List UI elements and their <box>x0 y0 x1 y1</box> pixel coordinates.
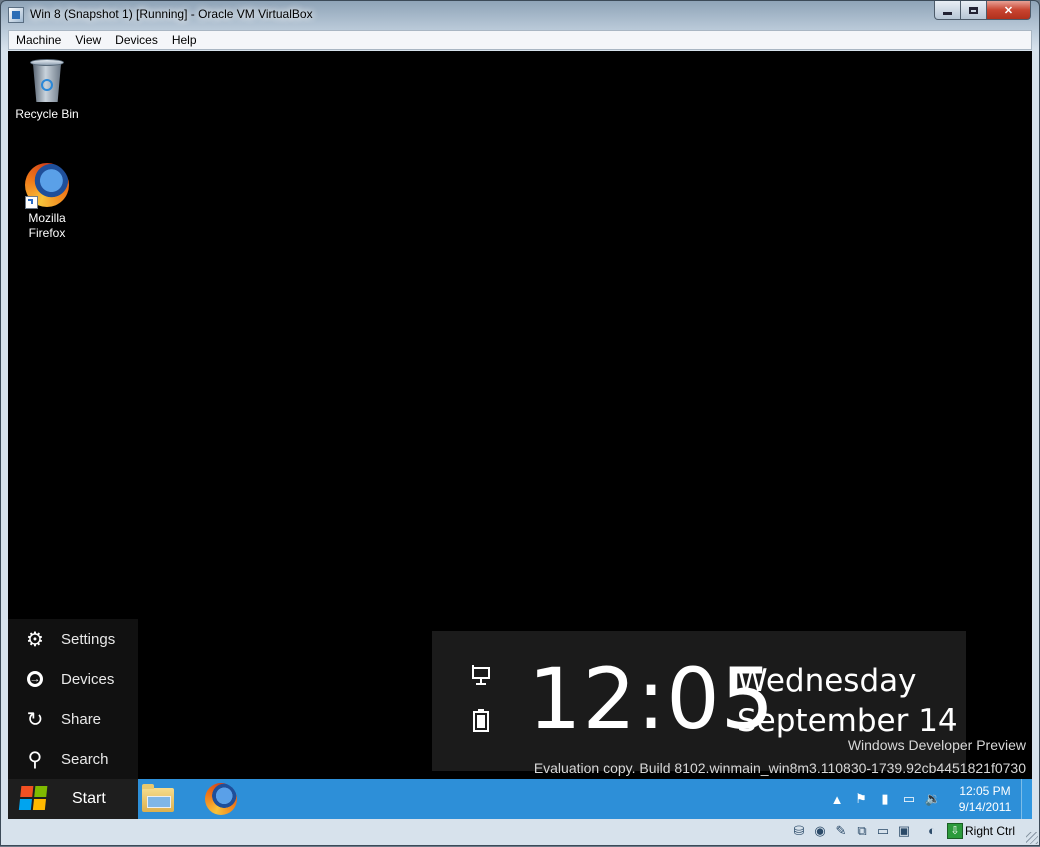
charm-label: Devices <box>61 670 115 688</box>
taskbar-firefox[interactable] <box>203 782 239 816</box>
battery-icon <box>470 707 492 749</box>
menu-devices[interactable]: Devices <box>108 31 165 49</box>
search-icon: ⚲ <box>27 748 43 771</box>
desktop-icon-firefox[interactable]: Mozilla Firefox <box>8 163 87 241</box>
video-capture-icon[interactable]: ▣ <box>895 822 913 840</box>
charm-settings[interactable]: ⚙ Settings <box>8 619 138 659</box>
devices-icon: → <box>27 671 43 687</box>
menu-view[interactable]: View <box>68 31 108 49</box>
charm-label: Share <box>61 710 102 728</box>
firefox-icon <box>25 163 69 209</box>
desktop-icon-label: Mozilla Firefox <box>28 211 66 240</box>
charm-share[interactable]: ↻ Share <box>8 699 138 739</box>
minimize-button[interactable] <box>934 1 961 20</box>
charms-bar: ⚙ Settings → Devices ↻ Share ⚲ Search <box>8 619 138 779</box>
watermark-build: Evaluation copy. Build 8102.winmain_win8… <box>533 760 1026 776</box>
title-bar[interactable]: Win 8 (Snapshot 1) [Running] - Oracle VM… <box>1 1 1039 29</box>
virtualbox-window: Win 8 (Snapshot 1) [Running] - Oracle VM… <box>0 0 1040 846</box>
start-label: Start <box>72 790 106 807</box>
lock-clock-date: September 14 <box>737 703 958 739</box>
share-icon: ↻ <box>26 708 44 731</box>
guest-screen[interactable]: Recycle Bin Mozilla Firefox ⚙ Settings →… <box>8 51 1032 819</box>
maximize-button[interactable] <box>961 1 987 20</box>
windows-logo-icon <box>18 786 50 812</box>
start-button[interactable]: Start <box>8 779 138 819</box>
shortcut-arrow-icon <box>25 196 38 209</box>
show-desktop-button[interactable] <box>1021 779 1032 819</box>
charm-label: Search <box>61 750 109 768</box>
taskbar-file-explorer[interactable] <box>140 782 176 816</box>
menu-bar: Machine View Devices Help <box>8 30 1032 50</box>
close-button[interactable]: ✕ <box>987 1 1031 20</box>
power-icon[interactable]: ▮ <box>873 791 897 807</box>
charm-label: Settings <box>61 630 116 648</box>
window-controls: ✕ <box>934 1 1031 21</box>
maximize-icon <box>969 6 978 14</box>
show-hidden-icons[interactable]: ▲ <box>825 792 849 807</box>
action-center-flag-icon[interactable]: ⚑ <box>849 791 873 807</box>
virtualbox-app-icon[interactable] <box>8 7 24 23</box>
network-icon <box>470 665 492 707</box>
taskbar: Start ▲ ⚑ ▮ ▭ 🔉 12:05 PM 9/14/2011 <box>8 779 1032 819</box>
window-title: Win 8 (Snapshot 1) [Running] - Oracle VM… <box>30 7 313 21</box>
optical-drive-icon[interactable]: ◉ <box>811 822 829 840</box>
charm-devices[interactable]: → Devices <box>8 659 138 699</box>
close-icon: ✕ <box>1003 4 1014 17</box>
hard-disk-icon[interactable]: ⛁ <box>790 822 808 840</box>
watermark-title: Windows Developer Preview <box>847 737 1026 753</box>
tray-clock[interactable]: 12:05 PM 9/14/2011 <box>945 783 1025 815</box>
tray-date: 9/14/2011 <box>958 800 1012 814</box>
vbox-status-bar: ⛁ ◉ ✎ ⧉ ▭ ▣ ◐ ⇩ Right Ctrl <box>1 819 1040 847</box>
file-explorer-icon <box>142 784 174 812</box>
menu-help[interactable]: Help <box>165 31 204 49</box>
firefox-icon <box>205 783 237 815</box>
charm-search[interactable]: ⚲ Search <box>8 739 138 779</box>
minimize-icon <box>943 11 952 15</box>
resize-grip[interactable] <box>1026 832 1038 844</box>
network-icon[interactable]: ▭ <box>897 791 921 807</box>
volume-icon[interactable]: 🔉 <box>921 791 945 807</box>
lock-clock-day: Wednesday <box>737 663 917 699</box>
host-key-label: Right Ctrl <box>964 824 1015 838</box>
mouse-integration-icon[interactable]: ◐ <box>923 822 941 840</box>
gear-icon: ⚙ <box>26 628 44 651</box>
recycle-bin-icon <box>30 59 64 103</box>
desktop-icon-label: Recycle Bin <box>15 107 79 121</box>
network-adapters-icon[interactable]: ⧉ <box>853 822 871 840</box>
menu-machine[interactable]: Machine <box>9 31 68 49</box>
usb-icon[interactable]: ✎ <box>832 822 850 840</box>
tray-time: 12:05 PM <box>959 784 1011 798</box>
host-key-arrow-icon: ⇩ <box>946 823 963 839</box>
shared-folders-icon[interactable]: ▭ <box>874 822 892 840</box>
system-tray: ▲ ⚑ ▮ ▭ 🔉 12:05 PM 9/14/2011 <box>825 779 1021 819</box>
desktop-icon-recycle-bin[interactable]: Recycle Bin <box>8 59 87 121</box>
